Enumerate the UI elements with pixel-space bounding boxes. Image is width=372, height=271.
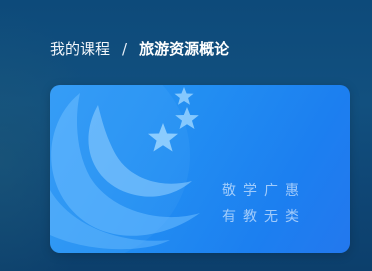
breadcrumb-current-course: 旅游资源概论 [139,40,230,58]
breadcrumb-my-courses-link[interactable]: 我的课程 [50,38,110,60]
emblem-star-small [174,87,194,105]
motto-text: 敬学广惠 有教无类 [222,178,332,230]
breadcrumb: 我的课程 / 旅游资源概论 [50,38,229,60]
course-cover-card[interactable]: 敬学广惠 有教无类 [50,85,350,253]
motto-line-2: 有教无类 [222,209,306,225]
breadcrumb-separator: / [122,40,128,58]
motto-line-1: 敬学广惠 [222,183,306,199]
